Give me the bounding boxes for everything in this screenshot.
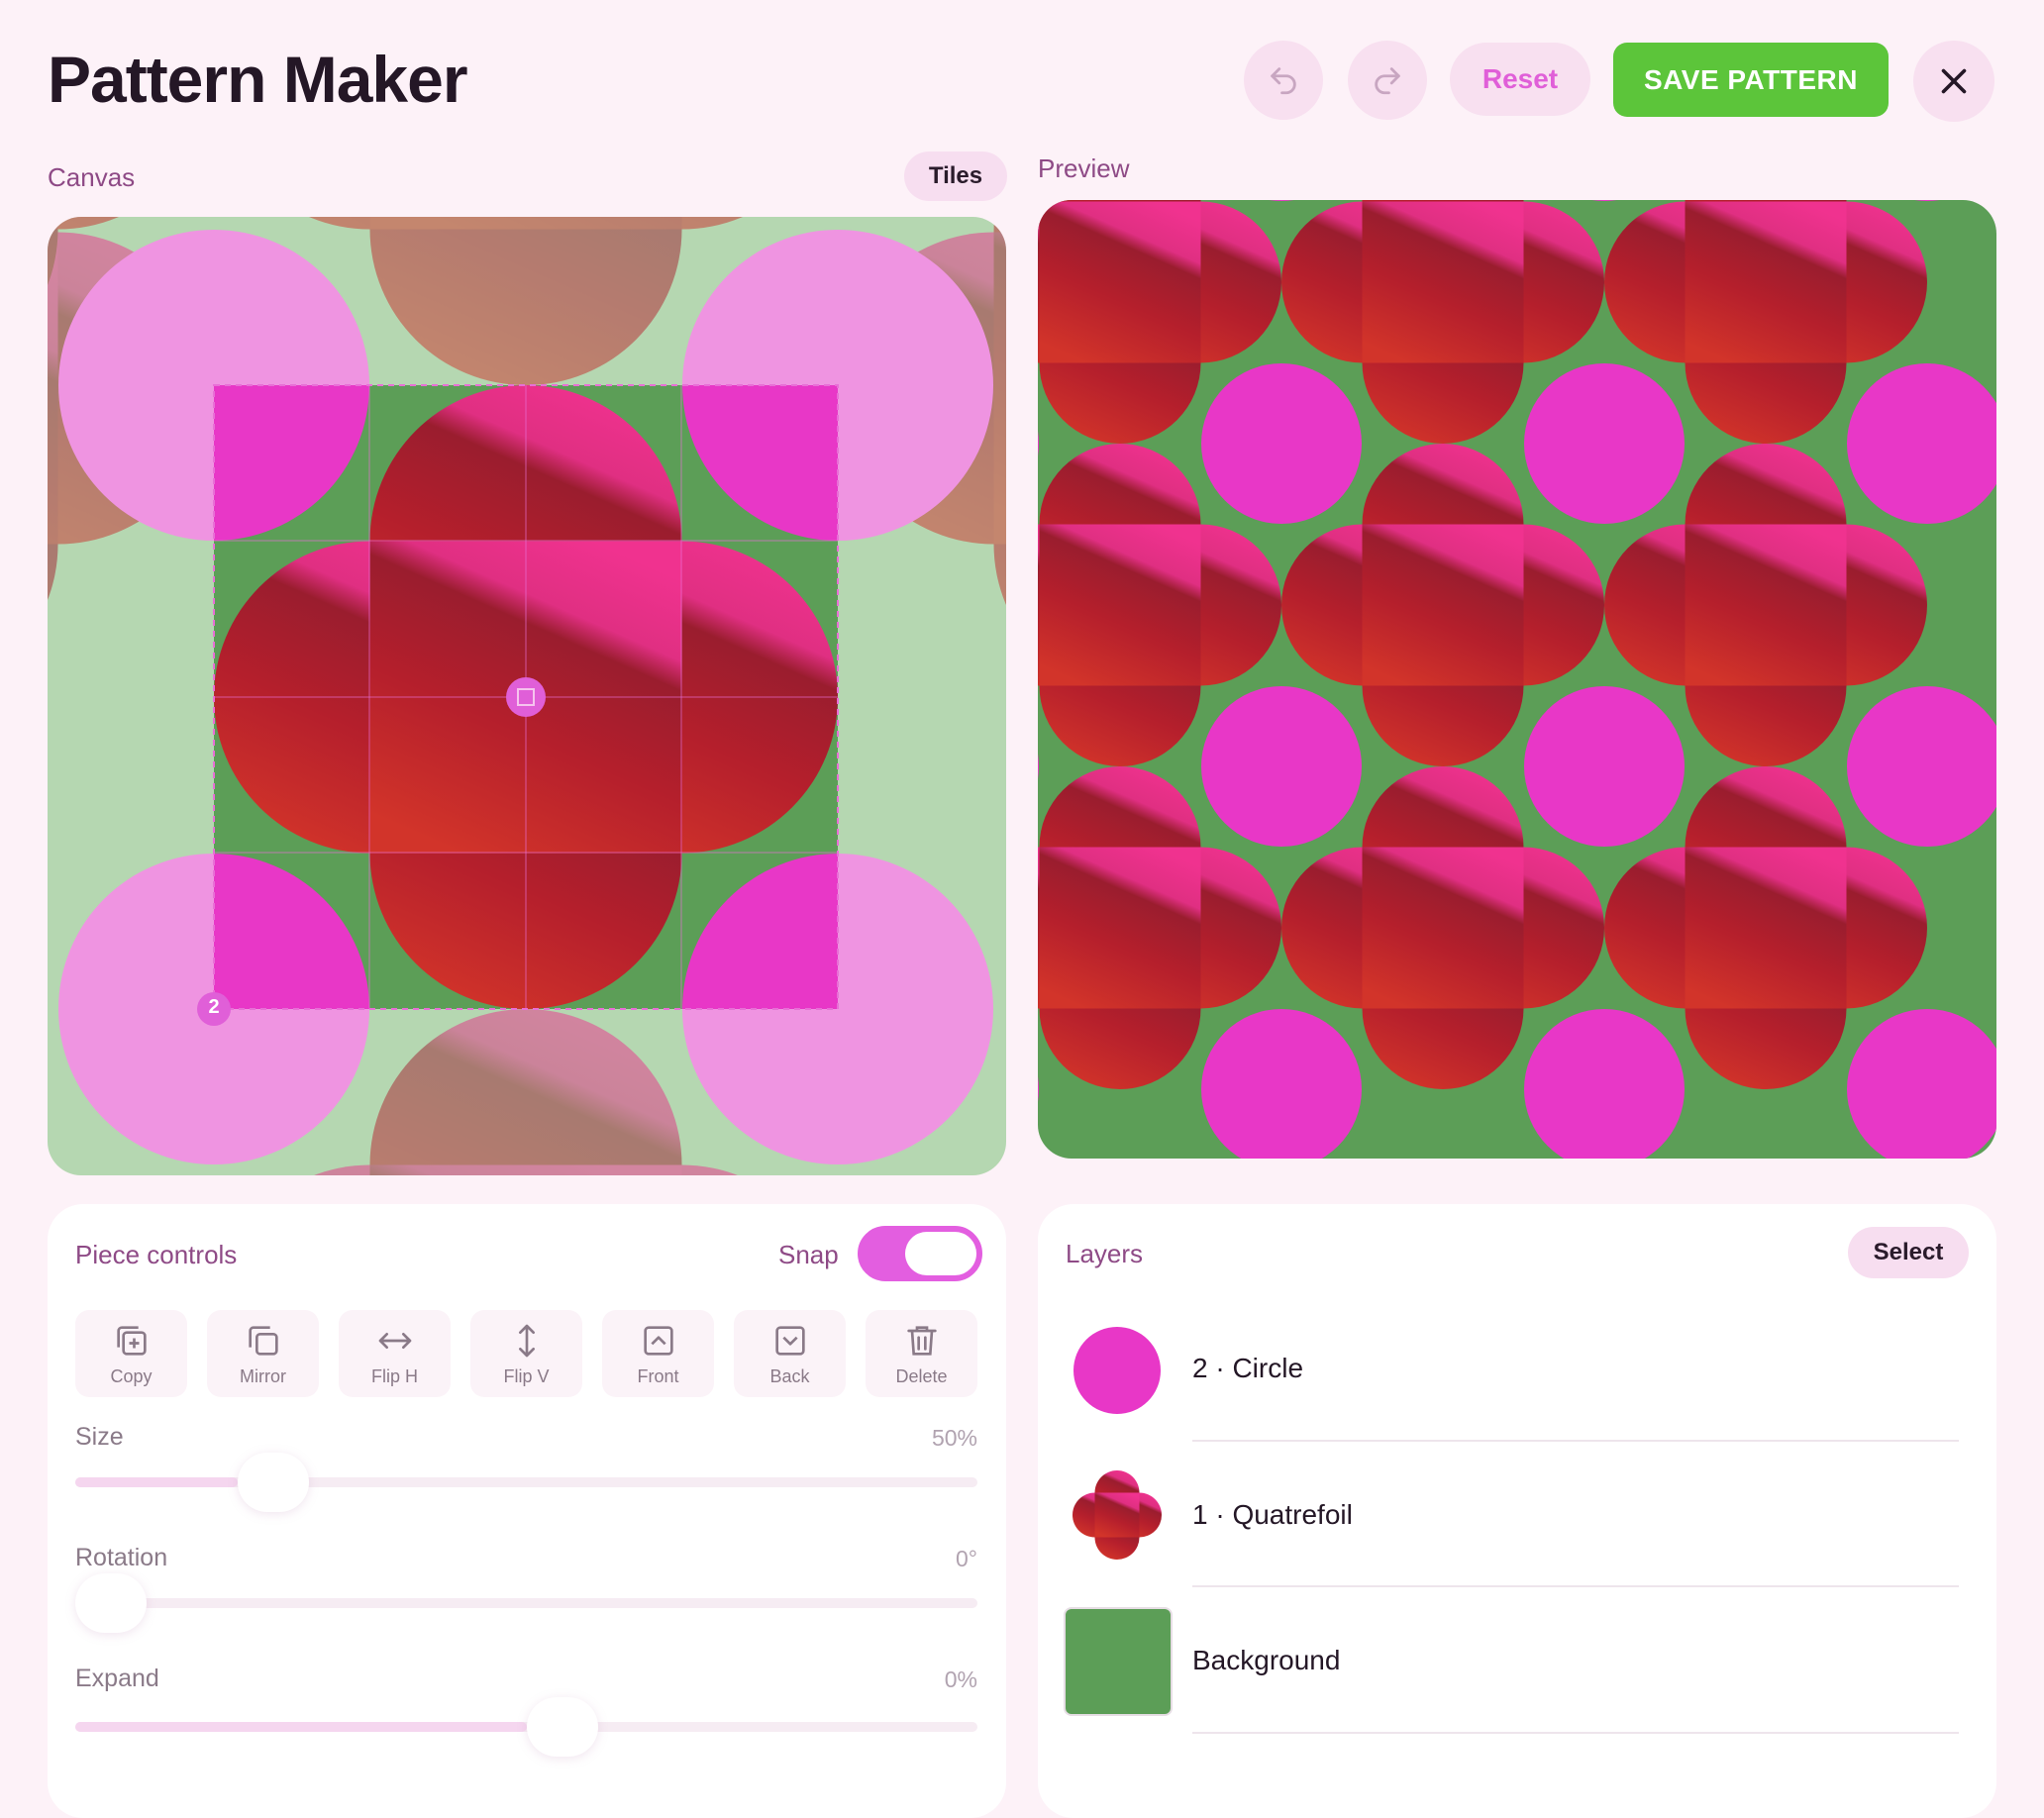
redo-button[interactable] [1348,41,1427,120]
preview-circle [1038,200,1039,201]
flip-h-button[interactable]: Flip H [339,1310,451,1397]
layer-item-background[interactable]: Background [1060,1607,1961,1736]
rotation-value: 0° [956,1546,977,1571]
preview-circle [1201,363,1362,524]
mirror-label: Mirror [240,1365,286,1386]
page-title: Pattern Maker [48,43,468,116]
snap-toggle-knob [905,1232,976,1275]
expand-slider[interactable] [75,1697,977,1757]
piece-controls-title: Piece controls [75,1240,238,1269]
selection-badge: 2 [208,996,220,1018]
mirror-icon [248,1325,278,1356]
rotation-label: Rotation [75,1544,168,1571]
snap-label: Snap [778,1240,839,1269]
close-icon [1941,68,1967,94]
delete-label: Delete [895,1365,948,1386]
trash-icon [906,1325,937,1356]
bring-front-icon [643,1325,673,1356]
background-thumbnail-icon [1064,1607,1173,1716]
back-button[interactable]: Back [734,1310,846,1397]
undo-icon [1271,67,1296,95]
preview-label: Preview [1038,153,1130,183]
copy-icon [116,1325,147,1356]
move-handle[interactable] [506,677,546,717]
back-label: Back [769,1365,810,1386]
close-button[interactable] [1913,41,1994,122]
expand-label: Expand [75,1665,159,1692]
flip-h-label: Flip H [370,1365,418,1386]
flip-v-button[interactable]: Flip V [470,1310,582,1397]
delete-button[interactable]: Delete [866,1310,977,1397]
size-label: Size [75,1423,124,1451]
layer-label: Background [1192,1645,1341,1675]
preview-circle [1524,363,1685,524]
pattern-preview [1038,200,1996,1159]
layers-select-button[interactable]: Select [1848,1227,1969,1278]
mirror-button[interactable]: Mirror [207,1310,319,1397]
snap-toggle[interactable] [858,1226,982,1281]
layer-label: 2 · Circle [1192,1353,1304,1383]
layer-item-quatrefoil[interactable]: 1 · Quatrefoil [1060,1464,1961,1592]
canvas-label: Canvas [48,162,136,192]
layers-title: Layers [1066,1239,1144,1268]
flip-v-label: Flip V [503,1365,550,1386]
expand-value: 0% [944,1666,977,1692]
front-label: Front [637,1365,679,1386]
front-button[interactable]: Front [602,1310,714,1397]
flip-v-icon [518,1324,535,1357]
reset-button[interactable]: Reset [1450,43,1590,116]
tiles-button[interactable]: Tiles [904,152,1007,201]
rotation-slider[interactable] [75,1573,977,1633]
copy-label: Copy [110,1365,153,1386]
circle-thumbnail-icon [1073,1327,1161,1414]
preview-circle [1524,686,1685,847]
layer-label: 1 · Quatrefoil [1192,1499,1353,1530]
layer-item-circle[interactable]: 2 · Circle [1060,1317,1961,1446]
quatrefoil-thumbnail-icon [1073,1470,1162,1560]
preview-circle [1201,686,1362,847]
redo-icon [1375,67,1400,95]
send-back-icon [774,1325,805,1356]
size-value: 50% [931,1425,977,1451]
flip-h-icon [378,1332,411,1349]
editor-canvas[interactable]: 2 [48,217,1006,1175]
save-pattern-button[interactable]: SAVE PATTERN [1613,43,1889,117]
copy-button[interactable]: Copy [75,1310,187,1397]
size-slider[interactable] [75,1453,977,1512]
undo-button[interactable] [1244,41,1323,120]
